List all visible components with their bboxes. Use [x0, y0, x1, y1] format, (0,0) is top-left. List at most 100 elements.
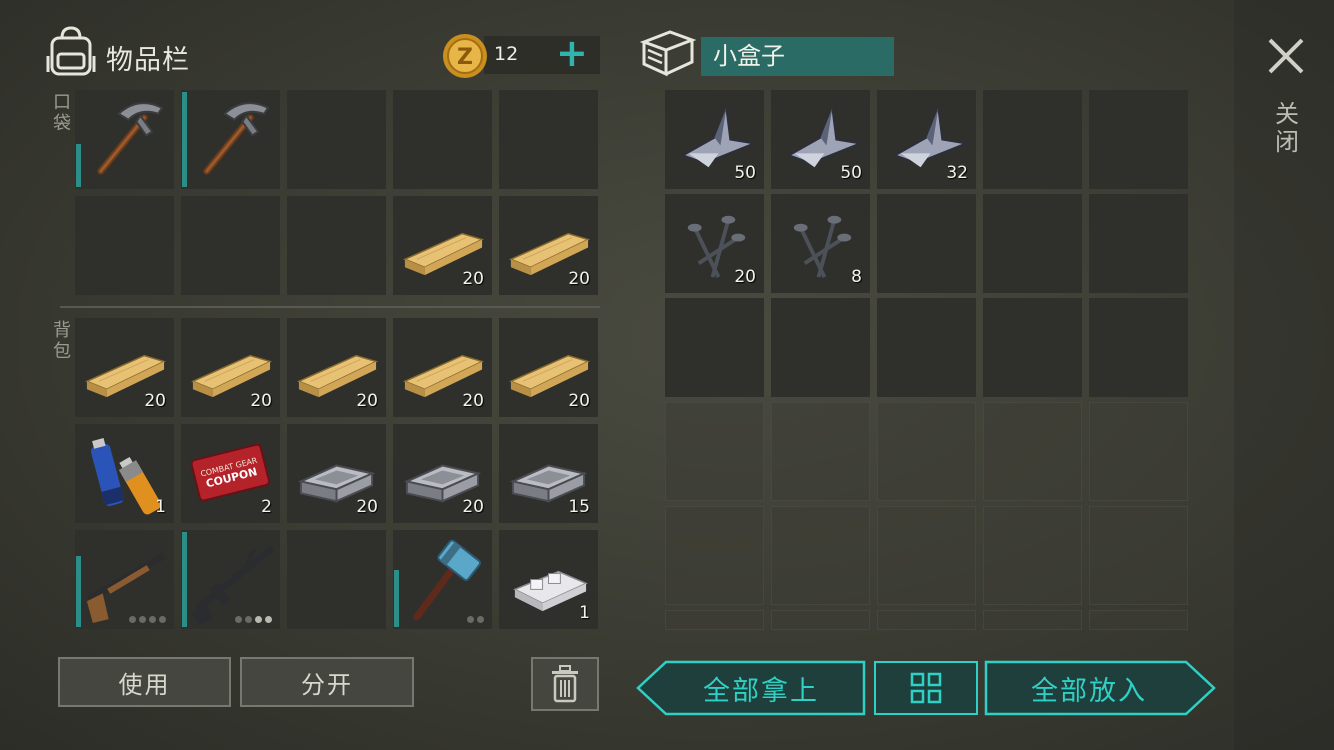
container-slot[interactable] [1089, 298, 1188, 397]
ammo-dots [129, 616, 166, 623]
put-all-button[interactable]: 全部放入 [994, 661, 1184, 715]
locked-container-slot [1089, 402, 1188, 501]
container-slot[interactable] [983, 194, 1082, 293]
take-all-button[interactable]: 全部拿上 [666, 661, 856, 715]
container-slot[interactable] [877, 194, 976, 293]
stack-count: 20 [250, 391, 272, 411]
backpack-slot[interactable]: 20 [499, 318, 598, 417]
pocket-slot[interactable] [181, 90, 280, 189]
coin-icon: Z [443, 34, 487, 78]
close-label[interactable]: 关闭 [1272, 100, 1302, 156]
durability-bar [76, 144, 81, 187]
container-slot[interactable]: 50 [665, 90, 764, 189]
locked-container-slot [771, 506, 870, 605]
stack-count: 20 [462, 391, 484, 411]
close-icon[interactable] [1266, 36, 1306, 76]
locked-container-slot [877, 506, 976, 605]
use-button[interactable]: 使用 [58, 657, 231, 707]
stack-count: 20 [568, 269, 590, 289]
pocket-slot[interactable] [287, 196, 386, 295]
locked-container-slot [665, 402, 764, 501]
backpack-slot[interactable]: 20 [181, 318, 280, 417]
container-name[interactable]: 小盒子 [701, 37, 894, 76]
locked-container-slot [665, 506, 764, 605]
backpack-slot[interactable] [75, 530, 174, 629]
backpack-slot[interactable]: 1 [499, 530, 598, 629]
backpack-slot[interactable]: 20 [393, 424, 492, 523]
stack-count: 50 [840, 163, 862, 183]
backpack-label: 背包 [53, 320, 71, 362]
durability-bar [394, 570, 399, 627]
container-slot[interactable] [665, 298, 764, 397]
pocket-slot[interactable] [75, 90, 174, 189]
stack-count: 20 [462, 269, 484, 289]
backpack-slot[interactable]: COMBAT GEAR COUPON 2 [181, 424, 280, 523]
pocket-slot[interactable] [393, 90, 492, 189]
pocket-slot[interactable] [75, 196, 174, 295]
pocket-slot[interactable] [181, 196, 280, 295]
sort-button[interactable] [874, 661, 978, 715]
svg-text:Z: Z [457, 45, 473, 70]
grid-sort-icon [910, 672, 942, 704]
stack-count: 20 [356, 497, 378, 517]
sledgehammer-icon [413, 539, 482, 621]
container-slot[interactable]: 32 [877, 90, 976, 189]
section-divider [60, 306, 600, 308]
locked-container-slot [983, 610, 1082, 630]
stack-count: 20 [734, 267, 756, 287]
backpack-slot[interactable] [287, 530, 386, 629]
add-coins-button[interactable]: + [556, 33, 588, 73]
stack-count: 20 [356, 391, 378, 411]
stack-count: 20 [462, 497, 484, 517]
locked-container-slot [983, 402, 1082, 501]
backpack-icon [46, 26, 96, 76]
container-slot[interactable]: 8 [771, 194, 870, 293]
durability-bar [182, 532, 187, 627]
pickaxe-icon [97, 102, 164, 175]
pocket-slot[interactable] [287, 90, 386, 189]
pocket-slot[interactable]: 20 [393, 196, 492, 295]
backpack-slot[interactable] [181, 530, 280, 629]
coin-count: 12 [494, 43, 519, 65]
stack-count: 1 [579, 603, 590, 623]
container-slot[interactable]: 20 [665, 194, 764, 293]
split-button[interactable]: 分开 [240, 657, 414, 707]
locked-container-slot [771, 610, 870, 630]
backpack-slot[interactable]: 20 [287, 424, 386, 523]
container-slot[interactable] [1089, 194, 1188, 293]
locked-container-slot [877, 610, 976, 630]
stack-count: 8 [851, 267, 862, 287]
pickaxe-icon [203, 102, 270, 175]
locked-container-slot [771, 402, 870, 501]
container-slot[interactable] [983, 90, 1082, 189]
trash-button[interactable] [531, 657, 599, 711]
backpack-slot[interactable]: 1 [75, 424, 174, 523]
ammo-dots [235, 616, 272, 623]
pocket-label: 口袋 [53, 92, 71, 134]
backpack-slot[interactable]: 15 [499, 424, 598, 523]
locked-container-slot [1089, 610, 1188, 630]
locked-container-slot [1089, 506, 1188, 605]
pocket-slot[interactable] [499, 90, 598, 189]
container-slot[interactable]: 50 [771, 90, 870, 189]
stack-count: 20 [568, 391, 590, 411]
ammo-dots [467, 616, 484, 623]
stack-count: 20 [144, 391, 166, 411]
durability-bar [76, 556, 81, 627]
backpack-slot[interactable]: 20 [393, 318, 492, 417]
container-slot[interactable] [983, 298, 1082, 397]
backpack-slot[interactable] [393, 530, 492, 629]
locked-container-slot [877, 402, 976, 501]
backpack-slot[interactable]: 20 [287, 318, 386, 417]
stack-count: 50 [734, 163, 756, 183]
container-slot[interactable] [771, 298, 870, 397]
container-slot[interactable] [1089, 90, 1188, 189]
locked-container-slot [983, 506, 1082, 605]
stack-count: 15 [568, 497, 590, 517]
stack-count: 2 [261, 497, 272, 517]
container-slot[interactable] [877, 298, 976, 397]
backpack-slot[interactable]: 20 [75, 318, 174, 417]
inventory-title: 物品栏 [106, 45, 190, 76]
pocket-slot[interactable]: 20 [499, 196, 598, 295]
durability-bar [182, 92, 187, 187]
